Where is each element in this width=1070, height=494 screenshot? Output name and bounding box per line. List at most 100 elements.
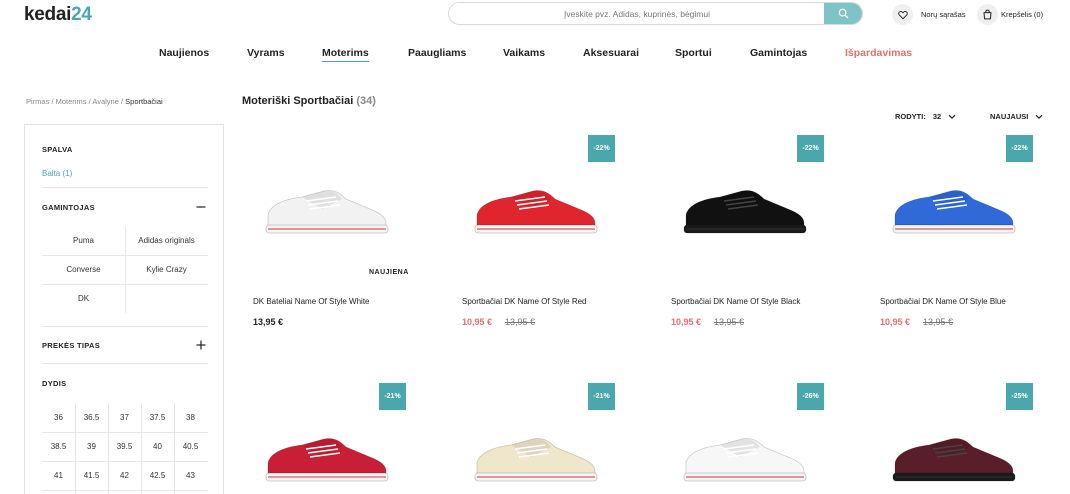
product-image-box	[680, 427, 810, 494]
cart-button[interactable]	[977, 4, 998, 25]
product-image	[683, 438, 807, 482]
product-card[interactable]: -26%	[660, 383, 860, 493]
size-option[interactable]: 39.5	[108, 432, 141, 461]
product-image	[474, 190, 598, 234]
size-option[interactable]: 41	[42, 461, 75, 490]
product-card[interactable]: -22% Sportbačiai DK Name Of Style Blue 10,…	[869, 135, 1069, 327]
grid-line	[125, 226, 126, 313]
size-option[interactable]: 42	[108, 461, 141, 490]
chevron-down-icon	[1035, 114, 1043, 119]
search-button[interactable]	[824, 3, 862, 24]
size-option[interactable]: 39	[75, 432, 108, 461]
product-image	[265, 190, 389, 234]
grid-line	[42, 461, 208, 462]
brand-option[interactable]: DK	[42, 284, 125, 313]
nav-item-gamintojas[interactable]: Gamintojas	[750, 47, 807, 59]
nav-item-sportui[interactable]: Sportui	[675, 47, 712, 59]
grid-line	[42, 432, 208, 433]
size-option[interactable]: 43	[174, 461, 207, 490]
product-image-box	[471, 179, 601, 246]
per-page-label: RODYTI:	[895, 112, 926, 121]
size-option[interactable]: 37.5	[141, 403, 174, 432]
product-card[interactable]: -22% Sportbačiai DK Name Of Style Black 10…	[660, 135, 860, 327]
breadcrumb-current: Sportbačiai	[125, 97, 163, 106]
size-option[interactable]: 41.5	[75, 461, 108, 490]
discount-badge: -21%	[588, 383, 615, 410]
brand-option[interactable]: Adidas originals	[125, 226, 208, 255]
product-image-box	[262, 179, 392, 246]
product-old-price: 13,95 €	[923, 317, 954, 327]
wishlist-link[interactable]: Norų sąrašas	[921, 10, 966, 19]
page-title: Moteriški Sportbačiai (34)	[242, 95, 376, 107]
discount-badge: -22%	[1006, 135, 1033, 162]
discount-badge: -21%	[379, 383, 406, 410]
nav-item-vaikams[interactable]: Vaikams	[503, 47, 545, 59]
sort-select[interactable]: NAUJAUSI	[990, 112, 1043, 121]
nav-item-vyrams[interactable]: Vyrams	[247, 47, 285, 59]
per-page-value: 32	[932, 112, 942, 121]
filter-title-color: SPALVA	[42, 145, 73, 154]
search-input[interactable]	[449, 3, 825, 24]
filter-title-size: DYDIS	[42, 379, 67, 388]
product-price: 10,95 €	[671, 317, 702, 327]
nav-item-moterims[interactable]: Moterims	[322, 47, 369, 62]
size-option[interactable]: 38.5	[42, 432, 75, 461]
product-name[interactable]: Sportbačiai DK Name Of Style Black	[671, 297, 800, 306]
product-image-box	[680, 179, 810, 246]
new-label: NAUJIENA	[369, 269, 409, 276]
nav-item-ispardavimas[interactable]: Išpardavimas	[845, 47, 912, 59]
per-page-select[interactable]: RODYTI: 32	[895, 112, 956, 121]
size-option[interactable]: 40.5	[174, 432, 207, 461]
size-option[interactable]: 36.5	[75, 403, 108, 432]
product-card[interactable]: -21%	[451, 383, 651, 493]
filter-title-type: PREKĖS TIPAS	[42, 341, 101, 350]
grid-line	[108, 403, 109, 494]
product-image	[474, 438, 598, 482]
search-bar	[448, 2, 863, 25]
filter-sidebar: SPALVA Balta (1) GAMINTOJAS Puma Adidas …	[24, 124, 224, 494]
size-option[interactable]: 36	[42, 403, 75, 432]
breadcrumb-item[interactable]: Moterims	[56, 97, 87, 106]
product-card[interactable]: NAUJIENA DK Bateliai Name Of Style White 1…	[242, 135, 442, 327]
product-name[interactable]: Sportbačiai DK Name Of Style Red	[462, 297, 587, 306]
breadcrumb: Pirmas / Moterims / Avalynė / Sportbačia…	[26, 97, 163, 106]
nav-item-naujienos[interactable]: Naujienos	[159, 47, 209, 59]
brand-option[interactable]: Converse	[42, 255, 125, 284]
nav-item-aksesuarai[interactable]: Aksesuarai	[583, 47, 639, 59]
product-name[interactable]: DK Bateliai Name Of Style White	[253, 297, 369, 306]
product-card[interactable]: -22% Sportbačiai DK Name Of Style Red 10,9…	[451, 135, 651, 327]
product-name[interactable]: Sportbačiai DK Name Of Style Blue	[880, 297, 1006, 306]
chevron-down-icon	[948, 114, 956, 119]
nav-item-paaugliams[interactable]: Paaugliams	[408, 47, 466, 59]
product-image-box	[471, 427, 601, 494]
brand-option[interactable]: Puma	[42, 226, 125, 255]
cart-link[interactable]: Krepšelis (0)	[1001, 10, 1043, 19]
divider	[42, 187, 208, 188]
collapse-button[interactable]	[195, 201, 207, 213]
size-option[interactable]: 37	[108, 403, 141, 432]
breadcrumb-item[interactable]: Pirmas	[26, 97, 49, 106]
divider	[42, 326, 208, 327]
size-option[interactable]: 40	[141, 432, 174, 461]
size-option[interactable]: 38	[174, 403, 207, 432]
logo[interactable]: kedai24	[24, 4, 92, 26]
logo-text: kedai	[24, 4, 72, 25]
discount-badge: -22%	[588, 135, 615, 162]
expand-button[interactable]	[195, 339, 207, 351]
wishlist-button[interactable]	[892, 4, 913, 25]
product-price: 10,95 €	[880, 317, 911, 327]
breadcrumb-item[interactable]: Avalynė	[92, 97, 119, 106]
grid-line	[141, 403, 142, 494]
product-image	[265, 438, 389, 482]
size-option[interactable]: 42.5	[141, 461, 174, 490]
product-image	[683, 190, 807, 234]
filter-title-brand: GAMINTOJAS	[42, 203, 95, 212]
filter-option-color[interactable]: Balta (1)	[42, 169, 72, 178]
header: kedai24 Norų sąrašas Krepšelis (0)	[0, 0, 1070, 30]
brand-option[interactable]: Kylie Crazy	[125, 255, 208, 284]
search-icon	[838, 8, 848, 19]
product-card[interactable]: -25%	[869, 383, 1069, 493]
minus-icon	[196, 206, 206, 208]
product-card[interactable]: -21%	[242, 383, 442, 493]
result-count: (34)	[356, 95, 376, 107]
